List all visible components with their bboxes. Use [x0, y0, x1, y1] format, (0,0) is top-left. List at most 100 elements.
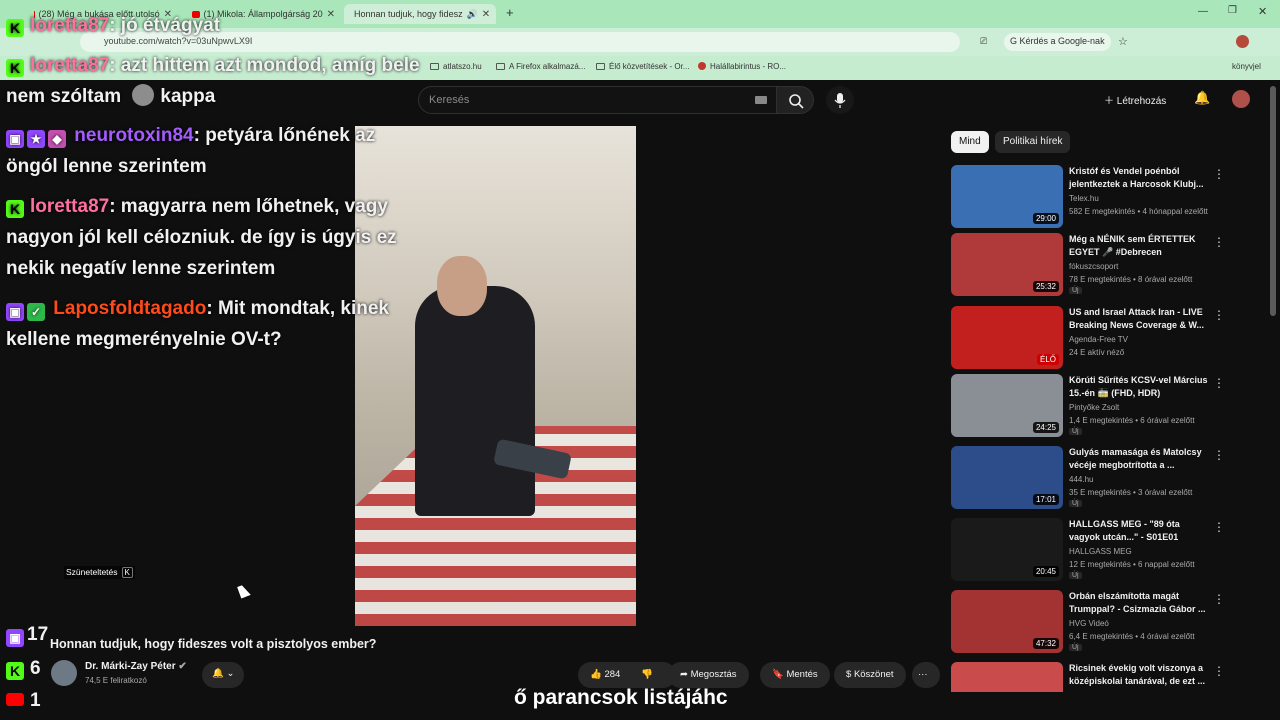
recommendation-title[interactable]: Körúti Sűrítés KCSV-vel Március 15.-én 🚋… [1069, 374, 1209, 400]
more-options-icon[interactable]: ⋮ [1213, 167, 1225, 181]
save-label: Mentés [786, 669, 818, 680]
recommendation-title[interactable]: Még a NÉNIK sem ÉRTETTEK EGYET 🎤 #Debrec… [1069, 233, 1209, 259]
video-thumbnail[interactable] [951, 662, 1063, 692]
bookmark-item[interactable]: atlatszo.hu [430, 62, 482, 71]
recommendation-channel[interactable]: HALLGASS MEG [1069, 547, 1132, 556]
voice-search-button[interactable] [826, 86, 854, 114]
like-button[interactable]: 👍 284 👎 [578, 662, 676, 688]
recommendation-card[interactable]: 20:45 HALLGASS MEG - "89 óta vagyok utcá… [951, 518, 1271, 584]
recommendation-title[interactable]: Gulyás mamasága és Matolcsy vécéje megbo… [1069, 446, 1209, 472]
recommendation-card[interactable]: 24:25 Körúti Sűrítés KCSV-vel Március 15… [951, 374, 1271, 440]
recommendation-title[interactable]: Orbán elszámította magát Trumppal? - Csi… [1069, 590, 1209, 616]
recommendation-title[interactable]: Kristóf és Vendel poénból jelentkeztek a… [1069, 165, 1209, 191]
more-options-icon[interactable]: ⋮ [1213, 376, 1225, 390]
chip-all[interactable]: Mind [951, 131, 989, 153]
twitch-icon: ▣ [6, 130, 24, 148]
recommendation-channel[interactable]: HVG Videó [1069, 619, 1109, 628]
profile-avatar[interactable] [1236, 35, 1249, 48]
more-actions-button[interactable]: ··· [912, 662, 940, 688]
search-placeholder: Keresés [429, 94, 470, 106]
video-thumbnail[interactable]: 25:32 [951, 233, 1063, 296]
keyboard-icon[interactable] [755, 96, 767, 104]
other-bookmarks[interactable]: könyvjel [1232, 62, 1261, 71]
recommendation-card[interactable]: 25:32 Még a NÉNIK sem ÉRTETTEK EGYET 🎤 #… [951, 233, 1271, 299]
more-options-icon[interactable]: ⋮ [1213, 235, 1225, 249]
google-question-label: Kérdés a Google-nak [1019, 36, 1105, 46]
recommendation-title[interactable]: Ricsinek évekig volt viszonya a középisk… [1069, 662, 1209, 688]
youtube-count: 1 [30, 690, 41, 711]
channel-avatar[interactable] [51, 660, 77, 686]
pause-tooltip: Szüneteltetés K [64, 566, 135, 579]
video-thumbnail[interactable]: 29:00 [951, 165, 1063, 228]
chip-political-news[interactable]: Politikai hírek [995, 131, 1071, 153]
video-thumbnail[interactable]: 47:32 [951, 590, 1063, 653]
pause-key: K [121, 567, 133, 578]
recommendation-card[interactable]: Ricsinek évekig volt viszonya a középisk… [951, 662, 1271, 692]
bookmark-label: atlatszo.hu [443, 62, 482, 71]
bookmark-item[interactable]: A Firefox alkalmazá... [496, 62, 585, 71]
recommendation-channel[interactable]: Telex.hu [1069, 194, 1099, 203]
recommendation-meta: 78 E megtekintés • 8 órával ezelőtt [1069, 275, 1193, 284]
notifications-bell-icon[interactable]: 🔔 [1194, 90, 1210, 106]
duration-badge: 29:00 [1032, 213, 1059, 224]
scrollbar-thumb[interactable] [1270, 86, 1276, 316]
recommendation-card[interactable]: 17:01 Gulyás mamasága és Matolcsy vécéje… [951, 446, 1271, 512]
create-button[interactable]: ＋ Létrehozás [1104, 92, 1166, 107]
bookmark-item[interactable]: Halállabirintus - RO... [698, 62, 786, 71]
video-thumbnail[interactable]: 20:45 [951, 518, 1063, 581]
stream-chat-overlay: Kloretta87: jó étvágyat Kloretta87: azt … [0, 0, 425, 360]
recommendation-meta: 6,4 E megtekintés • 4 órával ezelőtt [1069, 632, 1195, 641]
recommendation-channel[interactable]: 444.hu [1069, 475, 1093, 484]
user-avatar[interactable] [1232, 90, 1250, 108]
search-input[interactable]: Keresés [418, 86, 778, 114]
video-frame-person [415, 286, 535, 516]
share-icon: ➦ [680, 669, 691, 680]
recommendation-channel[interactable]: fókuszcsoport [1069, 262, 1118, 271]
chat-text: : jó étvágyat [109, 15, 221, 36]
bookmark-star-icon[interactable]: ☆ [1118, 35, 1128, 48]
like-count: 284 [604, 669, 621, 680]
thumbs-down-icon[interactable]: 👎 [641, 669, 653, 680]
recommendation-channel[interactable]: Agenda-Free TV [1069, 335, 1128, 344]
speaker-icon[interactable]: 🔊 [467, 9, 478, 20]
video-thumbnail[interactable]: 24:25 [951, 374, 1063, 437]
duration-badge: 17:01 [1032, 494, 1059, 505]
pause-tooltip-text: Szüneteltetés [66, 567, 118, 577]
channel-name[interactable]: Dr. Márki-Zay Péter ✔ [85, 661, 187, 672]
bookmark-item[interactable]: Élő közvetítések - Or... [596, 62, 689, 71]
recommendation-channel[interactable]: Pintyőke Zsolt [1069, 403, 1119, 412]
folder-icon [496, 63, 505, 70]
new-badge: Új [1069, 428, 1082, 435]
recommendation-card[interactable]: 47:32 Orbán elszámította magát Trumppal?… [951, 590, 1271, 656]
search-button[interactable] [776, 86, 814, 114]
recommendation-title[interactable]: HALLGASS MEG - "89 óta vagyok utcán..." … [1069, 518, 1209, 544]
subscription-bell-button[interactable]: 🔔 ⌄ [202, 662, 245, 688]
maximize-icon[interactable]: ❐ [1228, 5, 1237, 16]
recommendation-title[interactable]: US and Israel Attack Iran - LIVE Breakin… [1069, 306, 1209, 332]
new-badge: Új [1069, 644, 1082, 651]
subscriber-count: 74,5 E feliratkozó [85, 676, 147, 685]
close-window-icon[interactable]: ✕ [1258, 5, 1267, 18]
more-options-icon[interactable]: ⋮ [1213, 448, 1225, 462]
google-icon: G [1010, 36, 1020, 46]
share-button[interactable]: ➦ Megosztás [668, 662, 749, 688]
recommendation-card[interactable]: ÉLŐ US and Israel Attack Iran - LIVE Bre… [951, 306, 1271, 372]
cast-icon[interactable]: ⎚ [980, 36, 987, 47]
more-options-icon[interactable]: ⋮ [1213, 520, 1225, 534]
new-tab-button[interactable]: + [506, 5, 514, 20]
close-icon[interactable]: ✕ [482, 9, 490, 20]
more-options-icon[interactable]: ⋮ [1213, 592, 1225, 606]
twitch-icon: ▣ [6, 303, 24, 321]
recommendation-card[interactable]: 29:00 Kristóf és Vendel poénból jelentke… [951, 165, 1271, 231]
video-thumbnail[interactable]: ÉLŐ [951, 306, 1063, 369]
stream-caption: ő parancsok listájáhc [514, 686, 728, 709]
kick-viewer-count: K6 [6, 658, 41, 680]
recommendation-meta: 1,4 E megtekintés • 6 órával ezelőtt [1069, 416, 1195, 425]
minimize-icon[interactable]: — [1198, 6, 1208, 17]
save-button[interactable]: 🔖 Mentés [760, 662, 830, 688]
google-question-button[interactable]: G Kérdés a Google-nak [1004, 33, 1111, 51]
more-options-icon[interactable]: ⋮ [1213, 664, 1225, 678]
thanks-button[interactable]: $ Köszönet [834, 662, 906, 688]
video-thumbnail[interactable]: 17:01 [951, 446, 1063, 509]
more-options-icon[interactable]: ⋮ [1213, 308, 1225, 322]
